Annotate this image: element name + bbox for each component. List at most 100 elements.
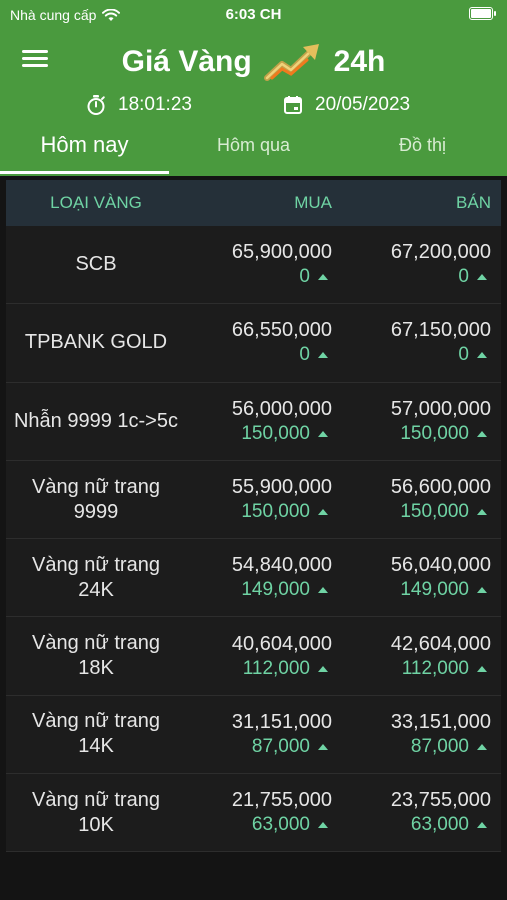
buy-change-value: 63,000 (251, 814, 310, 836)
table-row[interactable]: Vàng nữ trang 18K 40,604,000 112,000 42,604… (6, 617, 501, 696)
caret-up-icon (318, 743, 328, 750)
caret-up-icon (318, 509, 328, 516)
sell-price: 67,150,000 (390, 319, 491, 342)
sell-cell: 23,755,000 63,000 (332, 789, 491, 836)
caret-up-icon (477, 274, 487, 281)
tab-bar: Hôm nay Hôm qua Đồ thị (0, 122, 507, 176)
sell-change-value: 112,000 (401, 657, 469, 679)
sell-change: 0 (458, 344, 491, 366)
gold-type: Vàng nữ trang 18K (32, 632, 160, 680)
last-updated-date: 20/05/2023 (283, 94, 410, 116)
buy-change: 63,000 (252, 814, 332, 836)
buy-price: 21,755,000 (231, 789, 332, 812)
buy-change-value: 0 (299, 344, 310, 366)
buy-price: 66,550,000 (231, 319, 332, 342)
gold-type: Vàng nữ trang 14K (32, 710, 160, 758)
sell-cell: 56,600,000 150,000 (332, 476, 491, 523)
tab-yesterday[interactable]: Hôm qua (169, 122, 338, 176)
update-date: 20/05/2023 (315, 94, 411, 115)
sell-change: 112,000 (402, 658, 491, 680)
app-header: Nhà cung cấp 6:03 CH Giá Vàng 24h 18:01:… (0, 0, 507, 176)
tab-chart[interactable]: Đồ thị (338, 122, 507, 176)
buy-cell: 56,000,000 150,000 (186, 398, 332, 445)
table-header: LOẠI VÀNG MUA BÁN (6, 180, 501, 226)
sell-change-value: 150,000 (400, 422, 469, 444)
sell-price: 42,604,000 (390, 632, 491, 655)
header-buy: MUA (294, 193, 332, 212)
sell-change: 87,000 (411, 736, 491, 758)
buy-cell: 54,840,000 149,000 (186, 554, 332, 601)
caret-up-icon (318, 822, 328, 829)
status-bar: Nhà cung cấp 6:03 CH (0, 0, 507, 30)
table-row[interactable]: Vàng nữ trang 14K 31,151,000 87,000 33,151,… (6, 695, 501, 775)
last-updated-time: 18:01:23 (86, 94, 192, 116)
table-row[interactable]: TPBANK GOLD 66,550,000 0 67,150,000 0 (6, 304, 501, 383)
sell-cell: 56,040,000 149,000 (332, 554, 491, 601)
status-time: 6:03 CH (225, 6, 282, 23)
gold-type: Vàng nữ trang 9999 (32, 475, 160, 523)
sell-cell: 67,200,000 0 (332, 241, 491, 288)
buy-price: 40,604,000 (231, 632, 332, 655)
table-row[interactable]: Nhẫn 9999 1c->5c 56,000,000 150,000 57,000,… (6, 382, 501, 461)
header-type: LOẠI VÀNG (50, 193, 142, 212)
buy-cell: 66,550,000 0 (186, 319, 332, 366)
stopwatch-icon (87, 95, 105, 115)
buy-change: 150,000 (241, 501, 332, 523)
sell-price: 67,200,000 (390, 241, 491, 264)
buy-change-value: 149,000 (241, 579, 310, 601)
app-title: Giá Vàng 24h (0, 40, 507, 84)
sell-change-value: 0 (458, 344, 469, 366)
buy-cell: 21,755,000 63,000 (186, 789, 332, 836)
buy-change: 149,000 (241, 579, 332, 601)
sell-change: 150,000 (400, 501, 491, 523)
sell-cell: 33,151,000 87,000 (332, 711, 491, 758)
title-right: 24h (333, 45, 386, 78)
sell-price: 33,151,000 (390, 710, 491, 733)
sell-change-value: 150,000 (400, 501, 469, 523)
battery-icon (469, 7, 496, 20)
sell-change: 150,000 (400, 423, 491, 445)
sell-change: 0 (458, 266, 491, 288)
caret-up-icon (477, 509, 487, 516)
sell-cell: 42,604,000 112,000 (332, 633, 491, 680)
buy-cell: 55,900,000 150,000 (186, 476, 332, 523)
sell-change: 63,000 (411, 814, 491, 836)
gold-type: TPBANK GOLD (24, 331, 168, 354)
buy-cell: 31,151,000 87,000 (186, 711, 332, 758)
table-row[interactable]: SCB 65,900,000 0 67,200,000 0 (6, 226, 501, 305)
sell-change-value: 63,000 (410, 814, 469, 836)
buy-change-value: 150,000 (241, 501, 310, 523)
table-body: SCB 65,900,000 0 67,200,000 0 TPBANK GOLD 66,5… (6, 226, 501, 853)
sell-cell: 57,000,000 150,000 (332, 398, 491, 445)
buy-price: 55,900,000 (231, 476, 332, 499)
sell-price: 56,600,000 (390, 476, 491, 499)
table-row[interactable]: Vàng nữ trang 10K 21,755,000 63,000 23,755,… (6, 774, 501, 853)
buy-change: 87,000 (252, 736, 332, 758)
sell-price: 57,000,000 (390, 397, 491, 420)
title-left: Giá Vàng (121, 45, 252, 78)
caret-up-icon (477, 822, 487, 829)
buy-change: 150,000 (241, 423, 332, 445)
table-row[interactable]: Vàng nữ trang 24K 54,840,000 149,000 56,040… (6, 539, 501, 618)
update-time: 18:01:23 (118, 94, 192, 115)
gold-type: Nhẫn 9999 1c->5c (13, 409, 178, 432)
caret-up-icon (477, 430, 487, 437)
buy-change-value: 112,000 (242, 657, 310, 679)
buy-change-value: 87,000 (251, 735, 310, 757)
buy-price: 65,900,000 (231, 241, 332, 264)
trend-up-logo (263, 44, 319, 81)
gold-type: SCB (75, 253, 117, 276)
caret-up-icon (318, 587, 328, 594)
table-row[interactable]: Vàng nữ trang 9999 55,900,000 150,000 56,60… (6, 460, 501, 540)
buy-change-value: 0 (299, 266, 310, 288)
buy-cell: 40,604,000 112,000 (186, 633, 332, 680)
gold-price-table: LOẠI VÀNG MUA BÁN SCB 65,900,000 0 67,200,0… (6, 180, 501, 853)
caret-up-icon (318, 430, 328, 437)
caret-up-icon (318, 665, 328, 672)
buy-price: 54,840,000 (231, 554, 332, 577)
caret-up-icon (318, 274, 328, 281)
buy-change-value: 150,000 (241, 422, 310, 444)
tab-today[interactable]: Hôm nay (0, 122, 169, 176)
calendar-icon (284, 96, 302, 114)
caret-up-icon (318, 352, 328, 359)
